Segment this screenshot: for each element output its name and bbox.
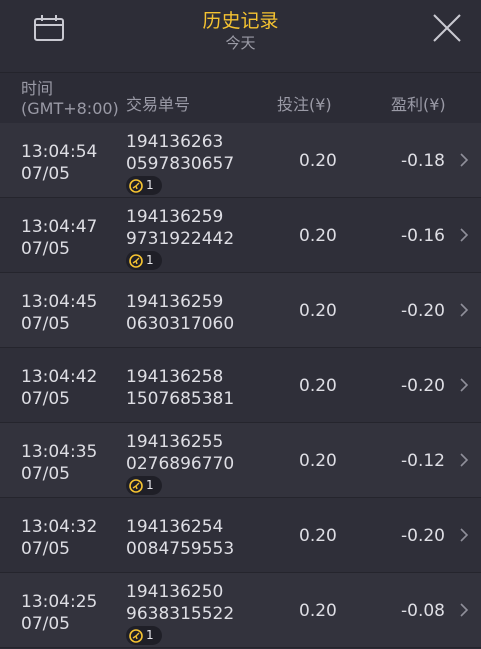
row-time-date: 07/05 [21,389,70,409]
bonus-icon [129,628,143,643]
row-time-date: 07/05 [21,614,70,634]
row-time: 13:04:54 07/05 [21,141,97,185]
chevron-right-icon [460,153,469,167]
bonus-icon [129,253,143,268]
row-time: 13:04:32 07/05 [21,516,97,560]
row-bet: 0.20 [299,451,337,471]
row-order-id-part2: 0276896770 [126,454,235,474]
row-order-id: 194136259 0630317060 [126,291,234,335]
bonus-icon [129,178,143,193]
badge-count: 1 [146,478,154,492]
row-time-date: 07/05 [21,464,70,484]
row-time-clock: 13:04:32 [21,517,98,537]
history-row[interactable]: 13:04:54 07/05 194136263 0597830657 1 0.… [0,123,481,198]
row-bet: 0.20 [299,601,337,621]
row-order-id-part2: 0084759553 [126,539,235,559]
row-time: 13:04:47 07/05 [21,216,97,260]
row-order-id-part1: 194136255 [126,432,224,452]
row-order-id-part2: 9731922442 [126,229,235,249]
row-order-id-part1: 194136259 [126,292,224,312]
row-time: 13:04:42 07/05 [21,366,97,410]
row-time-clock: 13:04:54 [21,142,98,162]
column-profit: 盈利(¥) [391,95,446,114]
free-spin-badge: 1 [126,476,162,495]
row-time: 13:04:45 07/05 [21,291,97,335]
row-profit: -0.20 [401,376,445,396]
row-bet: 0.20 [299,301,337,321]
bonus-icon [129,478,143,493]
free-spin-badge: 1 [126,626,162,645]
row-bet: 0.20 [299,376,337,396]
column-order-id: 交易单号 [126,95,191,114]
row-order-id-part2: 1507685381 [126,389,235,409]
row-time-date: 07/05 [21,239,70,259]
row-time-date: 07/05 [21,314,70,334]
column-time-label: 时间 [21,79,54,98]
history-row[interactable]: 13:04:35 07/05 194136255 0276896770 1 0.… [0,423,481,498]
chevron-right-icon [460,303,469,317]
row-order-id-part1: 194136258 [126,367,224,387]
history-list: 13:04:54 07/05 194136263 0597830657 1 0.… [0,123,481,648]
history-row[interactable]: 13:04:42 07/05 194136258 1507685381 0.20… [0,348,481,423]
row-bet: 0.20 [299,226,337,246]
badge-count: 1 [146,628,154,642]
row-profit: -0.20 [401,301,445,321]
row-order-id: 194136258 1507685381 [126,366,234,410]
history-row[interactable]: 13:04:47 07/05 194136259 9731922442 1 0.… [0,198,481,273]
row-time: 13:04:35 07/05 [21,441,97,485]
history-row[interactable]: 13:04:45 07/05 194136259 0630317060 0.20… [0,273,481,348]
chevron-right-icon [460,528,469,542]
close-icon [433,14,461,42]
row-order-id-part1: 194136250 [126,582,224,602]
chevron-right-icon [460,378,469,392]
close-button[interactable] [431,12,463,44]
column-bet: 投注(¥) [277,95,332,114]
row-bet: 0.20 [299,151,337,171]
row-time-clock: 13:04:35 [21,442,98,462]
row-time-clock: 13:04:42 [21,367,98,387]
row-order-id: 194136263 0597830657 1 [126,131,234,199]
row-order-id-part2: 9638315522 [126,604,235,624]
free-spin-badge: 1 [126,176,162,195]
column-timezone-label: (GMT+8:00) [21,99,119,118]
column-time: 时间 (GMT+8:00) [21,79,119,119]
row-time-clock: 13:04:25 [21,592,98,612]
chevron-right-icon [460,453,469,467]
history-row[interactable]: 13:04:25 07/05 194136250 9638315522 1 0.… [0,573,481,648]
row-profit: -0.16 [401,226,445,246]
row-order-id-part2: 0630317060 [126,314,235,334]
row-bet: 0.20 [299,526,337,546]
row-time-date: 07/05 [21,539,70,559]
row-order-id: 194136259 9731922442 1 [126,206,234,274]
row-profit: -0.08 [401,601,445,621]
page-subtitle: 今天 [225,34,256,52]
column-header: 时间 (GMT+8:00) 交易单号 投注(¥) 盈利(¥) [0,73,481,123]
row-time-date: 07/05 [21,164,70,184]
page-title: 历史记录 [202,10,279,32]
badge-count: 1 [146,253,154,267]
row-time-clock: 13:04:47 [21,217,98,237]
row-order-id: 194136254 0084759553 [126,516,234,560]
history-row[interactable]: 13:04:32 07/05 194136254 0084759553 0.20… [0,498,481,573]
row-order-id: 194136255 0276896770 1 [126,431,234,499]
row-profit: -0.20 [401,526,445,546]
row-time-clock: 13:04:45 [21,292,98,312]
header: 历史记录 今天 [0,0,481,73]
row-profit: -0.18 [401,151,445,171]
badge-count: 1 [146,178,154,192]
row-profit: -0.12 [401,451,445,471]
row-order-id-part2: 0597830657 [126,154,235,174]
row-order-id-part1: 194136254 [126,517,224,537]
row-order-id: 194136250 9638315522 1 [126,581,234,649]
row-time: 13:04:25 07/05 [21,591,97,635]
chevron-right-icon [460,228,469,242]
free-spin-badge: 1 [126,251,162,270]
chevron-right-icon [460,603,469,617]
row-order-id-part1: 194136259 [126,207,224,227]
row-order-id-part1: 194136263 [126,132,224,152]
